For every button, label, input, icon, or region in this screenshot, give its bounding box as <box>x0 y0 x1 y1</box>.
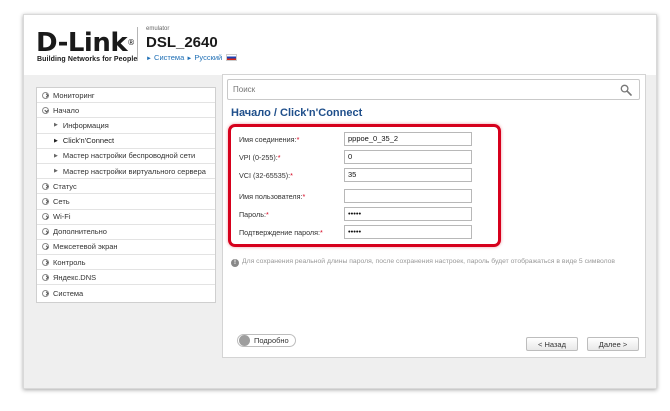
emulator-label: emulator <box>146 26 170 32</box>
sidebar-item-label: Wi-Fi <box>53 212 71 222</box>
password-confirm-input[interactable]: ••••• <box>344 225 472 239</box>
back-button[interactable]: < Назад <box>526 337 578 351</box>
required-mark: * <box>290 171 293 180</box>
sidebar-item-label: Начало <box>53 105 80 115</box>
chevron-right-icon <box>42 289 49 297</box>
chevron-right-icon <box>42 243 49 251</box>
sidebar-item-label: Информация <box>62 120 109 130</box>
language-selector[interactable]: Русский <box>194 53 222 62</box>
form-row-vpi: VPI (0-255):* 0 <box>239 150 472 165</box>
header-breadcrumb: ► Система ► Русский <box>146 53 238 62</box>
sidebar-item-firewall[interactable]: Межсетевой экран <box>37 240 215 256</box>
details-toggle[interactable]: Подробно <box>237 334 296 347</box>
sidebar-item-label: Мастер настройки виртуального сервера <box>62 166 206 176</box>
required-mark: * <box>296 135 300 144</box>
sidebar-item-system[interactable]: Система <box>37 285 215 300</box>
sidebar-item-control[interactable]: Контроль <box>37 255 215 271</box>
breadcrumb-system-link[interactable]: Система <box>154 53 184 62</box>
form-row-username: Имя пользователя:* <box>239 189 472 204</box>
chevron-right-icon <box>42 182 49 190</box>
sidebar-item-start[interactable]: Начало <box>37 103 215 119</box>
connection-form-highlight: Имя соединения:* pppoe_0_35_2 VPI (0-255… <box>228 124 501 247</box>
field-label: Имя пользователя:* <box>239 192 306 201</box>
password-note: ! Для сохранения реальной длины пароля, … <box>231 258 631 267</box>
field-label: Имя соединения:* <box>239 135 300 144</box>
device-model: DSL_2640 <box>146 34 218 51</box>
triangle-right-icon: ▶ <box>54 152 58 159</box>
sidebar-item-label: Межсетевой экран <box>53 242 118 252</box>
sidebar-item-label: Статус <box>53 181 77 191</box>
sidebar-item-label: Сеть <box>53 196 70 206</box>
breadcrumb-arrow-icon: ► <box>186 56 193 62</box>
toggle-knob <box>239 335 250 346</box>
sidebar-item-label: Мониторинг <box>53 90 95 100</box>
sidebar-item-virtual-server-wizard[interactable]: ▶ Мастер настройки виртуального сервера <box>37 164 215 180</box>
form-row-password: Пароль:* ••••• <box>239 207 472 222</box>
search-input[interactable] <box>233 82 603 97</box>
sidebar-item-wifi[interactable]: Wi-Fi <box>37 210 215 225</box>
logo-registered-mark: ® <box>127 38 135 47</box>
vci-input[interactable]: 35 <box>344 168 472 182</box>
username-input[interactable] <box>344 189 472 203</box>
triangle-right-icon: ▶ <box>54 137 58 144</box>
page-title: Начало / Click'n'Connect <box>231 107 363 119</box>
required-mark: * <box>302 192 306 201</box>
form-row-connection-name: Имя соединения:* pppoe_0_35_2 <box>239 132 472 147</box>
logo-text: D-Link <box>36 28 128 58</box>
triangle-right-icon: ▶ <box>54 168 58 175</box>
required-mark: * <box>320 228 323 237</box>
chevron-right-icon <box>42 91 49 99</box>
chevron-right-icon <box>42 273 49 281</box>
required-mark: * <box>277 153 281 162</box>
field-label: Пароль:* <box>239 210 269 219</box>
chevron-right-icon <box>42 228 49 236</box>
sidebar-menu: Мониторинг Начало ▶ Информация ▶ Click'n'C… <box>36 87 216 303</box>
dlink-logo: D-Link® <box>36 29 135 57</box>
password-note-text: Для сохранения реальной длины пароля, по… <box>242 258 616 265</box>
sidebar-item-label: Дополнительно <box>53 227 107 237</box>
app-window: D-Link® Building Networks for People emu… <box>23 14 657 389</box>
password-input[interactable]: ••••• <box>344 207 472 221</box>
search-icon[interactable] <box>620 84 632 96</box>
sidebar-item-information[interactable]: ▶ Информация <box>37 118 215 134</box>
field-label: VCI (32-65535):* <box>239 171 293 180</box>
sidebar-item-wireless-wizard[interactable]: ▶ Мастер настройки беспроводной сети <box>37 149 215 164</box>
sidebar-item-network[interactable]: Сеть <box>37 194 215 210</box>
connection-name-input[interactable]: pppoe_0_35_2 <box>344 132 472 146</box>
sidebar-item-advanced[interactable]: Дополнительно <box>37 225 215 240</box>
chevron-right-icon <box>42 213 49 221</box>
header: D-Link® Building Networks for People emu… <box>24 15 656 75</box>
sidebar-item-label: Мастер настройки беспроводной сети <box>62 151 196 161</box>
russian-flag-icon[interactable] <box>226 54 238 61</box>
sidebar-item-click-n-connect[interactable]: ▶ Click'n'Connect <box>37 134 215 149</box>
vpi-input[interactable]: 0 <box>344 150 472 164</box>
sidebar-item-label: Яндекс.DNS <box>53 272 97 282</box>
sidebar-item-label: Click'n'Connect <box>62 136 115 146</box>
sidebar-item-label: Система <box>53 288 84 298</box>
required-mark: * <box>265 210 269 219</box>
info-icon: ! <box>231 259 239 267</box>
details-toggle-label: Подробно <box>254 336 289 345</box>
logo-tagline: Building Networks for People <box>37 56 138 63</box>
triangle-right-icon: ▶ <box>54 122 58 129</box>
field-label: VPI (0-255):* <box>239 153 281 162</box>
sidebar-item-status[interactable]: Статус <box>37 179 215 195</box>
field-label: Подтверждение пароля:* <box>239 228 323 237</box>
form-row-password-confirm: Подтверждение пароля:* ••••• <box>239 225 472 240</box>
sidebar-item-monitoring[interactable]: Мониторинг <box>37 88 215 104</box>
breadcrumb-arrow-icon: ► <box>146 56 152 62</box>
sidebar-item-label: Контроль <box>53 257 86 267</box>
chevron-right-icon <box>42 197 49 205</box>
chevron-down-icon <box>42 106 49 114</box>
form-row-vci: VCI (32-65535):* 35 <box>239 168 472 183</box>
chevron-right-icon <box>42 258 49 266</box>
next-button[interactable]: Далее > <box>587 337 639 351</box>
main-panel: Начало / Click'n'Connect Имя соединения:… <box>222 74 646 358</box>
sidebar-item-yandex-dns[interactable]: Яндекс.DNS <box>37 270 215 286</box>
search-box <box>227 79 640 100</box>
header-divider <box>137 27 138 61</box>
